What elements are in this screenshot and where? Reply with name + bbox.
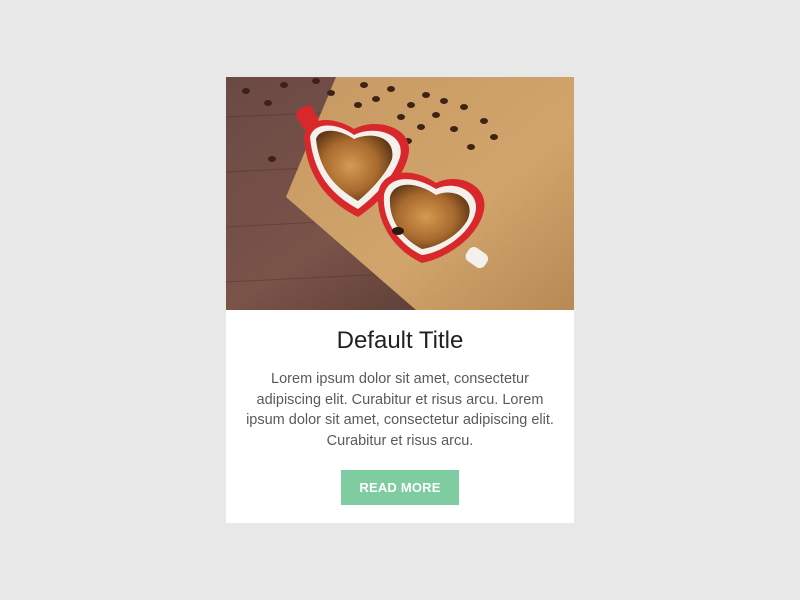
card-image	[226, 77, 574, 310]
card-title: Default Title	[336, 327, 464, 354]
card-body-text: Lorem ipsum dolor sit amet, consectetur …	[246, 371, 554, 449]
read-more-button[interactable]: READ MORE	[341, 470, 459, 505]
article-card: Default Title Lorem ipsum dolor sit amet…	[226, 77, 574, 523]
